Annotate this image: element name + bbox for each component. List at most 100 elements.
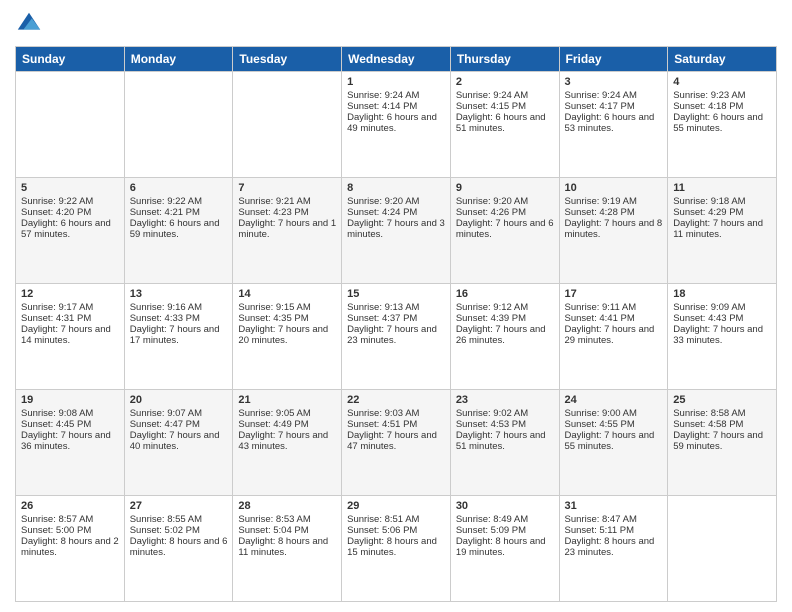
sunset: Sunset: 4:43 PM	[673, 313, 743, 324]
day-number: 17	[565, 288, 663, 300]
calendar-cell: 1Sunrise: 9:24 AMSunset: 4:14 PMDaylight…	[342, 72, 451, 178]
calendar-cell: 9Sunrise: 9:20 AMSunset: 4:26 PMDaylight…	[450, 178, 559, 284]
calendar-header-row: SundayMondayTuesdayWednesdayThursdayFrid…	[16, 47, 777, 72]
calendar-cell: 23Sunrise: 9:02 AMSunset: 4:53 PMDayligh…	[450, 390, 559, 496]
daylight: Daylight: 7 hours and 51 minutes.	[456, 430, 546, 452]
calendar-cell	[124, 72, 233, 178]
calendar-cell	[668, 496, 777, 602]
sunset: Sunset: 5:00 PM	[21, 525, 91, 536]
sunrise: Sunrise: 9:24 AM	[456, 90, 528, 101]
sunset: Sunset: 4:39 PM	[456, 313, 526, 324]
daylight: Daylight: 7 hours and 33 minutes.	[673, 324, 763, 346]
calendar-week-row: 5Sunrise: 9:22 AMSunset: 4:20 PMDaylight…	[16, 178, 777, 284]
sunrise: Sunrise: 9:08 AM	[21, 408, 93, 419]
sunrise: Sunrise: 9:20 AM	[347, 196, 419, 207]
sunrise: Sunrise: 9:22 AM	[130, 196, 202, 207]
calendar-table: SundayMondayTuesdayWednesdayThursdayFrid…	[15, 46, 777, 602]
calendar-cell: 24Sunrise: 9:00 AMSunset: 4:55 PMDayligh…	[559, 390, 668, 496]
sunrise: Sunrise: 8:49 AM	[456, 514, 528, 525]
day-of-week-header: Sunday	[16, 47, 125, 72]
sunset: Sunset: 4:35 PM	[238, 313, 308, 324]
sunset: Sunset: 5:06 PM	[347, 525, 417, 536]
calendar-cell: 16 Sunrise: 9:12 AMSunset: 4:39 PMDayligh…	[450, 284, 559, 390]
calendar-cell: 12Sunrise: 9:17 AMSunset: 4:31 PMDayligh…	[16, 284, 125, 390]
sunset: Sunset: 4:23 PM	[238, 207, 308, 218]
sunrise: Sunrise: 9:22 AM	[21, 196, 93, 207]
day-number: 21	[238, 394, 336, 406]
sunrise: Sunrise: 9:07 AM	[130, 408, 202, 419]
calendar-cell: 27Sunrise: 8:55 AMSunset: 5:02 PMDayligh…	[124, 496, 233, 602]
day-number: 24	[565, 394, 663, 406]
calendar-cell: 3Sunrise: 9:24 AMSunset: 4:17 PMDaylight…	[559, 72, 668, 178]
day-number: 4	[673, 76, 771, 88]
daylight: Daylight: 7 hours and 8 minutes.	[565, 218, 663, 240]
day-number: 16	[456, 288, 554, 300]
day-number: 8	[347, 182, 445, 194]
sunset: Sunset: 4:20 PM	[21, 207, 91, 218]
daylight: Daylight: 7 hours and 55 minutes.	[565, 430, 655, 452]
daylight: Daylight: 7 hours and 6 minutes.	[456, 218, 554, 240]
daylight: Daylight: 8 hours and 6 minutes.	[130, 536, 228, 558]
calendar-cell: 8Sunrise: 9:20 AMSunset: 4:24 PMDaylight…	[342, 178, 451, 284]
sunrise: Sunrise: 9:23 AM	[673, 90, 745, 101]
daylight: Daylight: 7 hours and 29 minutes.	[565, 324, 655, 346]
sunrise: Sunrise: 9:12 AM	[456, 302, 528, 313]
daylight: Daylight: 7 hours and 36 minutes.	[21, 430, 111, 452]
daylight: Daylight: 8 hours and 2 minutes.	[21, 536, 119, 558]
day-number: 11	[673, 182, 771, 194]
calendar-week-row: 19Sunrise: 9:08 AMSunset: 4:45 PMDayligh…	[16, 390, 777, 496]
day-of-week-header: Thursday	[450, 47, 559, 72]
sunset: Sunset: 5:02 PM	[130, 525, 200, 536]
day-number: 2	[456, 76, 554, 88]
calendar-week-row: 1Sunrise: 9:24 AMSunset: 4:14 PMDaylight…	[16, 72, 777, 178]
sunset: Sunset: 4:26 PM	[456, 207, 526, 218]
daylight: Daylight: 7 hours and 1 minute.	[238, 218, 336, 240]
sunrise: Sunrise: 9:19 AM	[565, 196, 637, 207]
sunset: Sunset: 4:37 PM	[347, 313, 417, 324]
daylight: Daylight: 7 hours and 43 minutes.	[238, 430, 328, 452]
calendar-cell: 7Sunrise: 9:21 AMSunset: 4:23 PMDaylight…	[233, 178, 342, 284]
calendar-cell: 4Sunrise: 9:23 AMSunset: 4:18 PMDaylight…	[668, 72, 777, 178]
daylight: Daylight: 6 hours and 53 minutes.	[565, 112, 655, 134]
day-number: 30	[456, 500, 554, 512]
sunset: Sunset: 4:24 PM	[347, 207, 417, 218]
sunrise: Sunrise: 9:00 AM	[565, 408, 637, 419]
calendar-week-row: 26Sunrise: 8:57 AMSunset: 5:00 PMDayligh…	[16, 496, 777, 602]
day-number: 14	[238, 288, 336, 300]
calendar-cell: 19 Sunrise: 9:08 AMSunset: 4:45 PMDayligh…	[16, 390, 125, 496]
calendar-cell	[233, 72, 342, 178]
day-number: 6	[130, 182, 228, 194]
sunset: Sunset: 5:09 PM	[456, 525, 526, 536]
sunset: Sunset: 4:29 PM	[673, 207, 743, 218]
daylight: Daylight: 8 hours and 11 minutes.	[238, 536, 328, 558]
day-number: 22	[347, 394, 445, 406]
day-number: 20	[130, 394, 228, 406]
day-of-week-header: Monday	[124, 47, 233, 72]
sunset: Sunset: 4:49 PM	[238, 419, 308, 430]
sunrise: Sunrise: 9:16 AM	[130, 302, 202, 313]
sunrise: Sunrise: 9:24 AM	[347, 90, 419, 101]
daylight: Daylight: 7 hours and 59 minutes.	[673, 430, 763, 452]
day-number: 13	[130, 288, 228, 300]
sunrise: Sunrise: 9:11 AM	[565, 302, 637, 313]
header	[15, 10, 777, 38]
sunset: Sunset: 4:58 PM	[673, 419, 743, 430]
day-number: 19	[21, 394, 119, 406]
sunrise: Sunrise: 8:57 AM	[21, 514, 93, 525]
daylight: Daylight: 8 hours and 23 minutes.	[565, 536, 655, 558]
calendar-cell: 5Sunrise: 9:22 AMSunset: 4:20 PMDaylight…	[16, 178, 125, 284]
sunrise: Sunrise: 8:55 AM	[130, 514, 202, 525]
daylight: Daylight: 7 hours and 17 minutes.	[130, 324, 220, 346]
calendar-cell: 31Sunrise: 8:47 AMSunset: 5:11 PMDayligh…	[559, 496, 668, 602]
sunset: Sunset: 4:14 PM	[347, 101, 417, 112]
day-number: 26	[21, 500, 119, 512]
calendar-cell: 22Sunrise: 9:03 AMSunset: 4:51 PMDayligh…	[342, 390, 451, 496]
daylight: Daylight: 7 hours and 26 minutes.	[456, 324, 546, 346]
sunrise: Sunrise: 9:24 AM	[565, 90, 637, 101]
logo-icon	[15, 10, 43, 38]
daylight: Daylight: 8 hours and 15 minutes.	[347, 536, 437, 558]
day-number: 7	[238, 182, 336, 194]
sunrise: Sunrise: 8:58 AM	[673, 408, 745, 419]
calendar-cell: 20Sunrise: 9:07 AMSunset: 4:47 PMDayligh…	[124, 390, 233, 496]
sunset: Sunset: 4:45 PM	[21, 419, 91, 430]
